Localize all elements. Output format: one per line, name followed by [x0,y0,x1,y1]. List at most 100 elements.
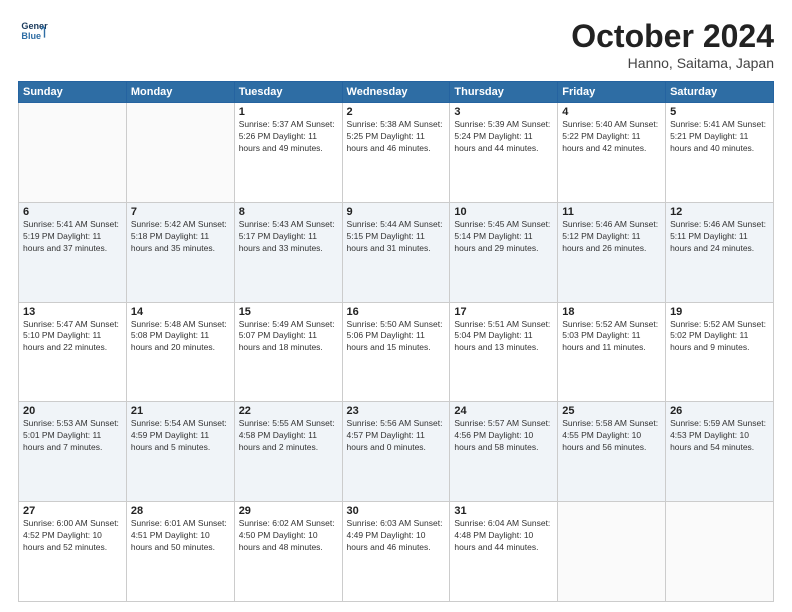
day-number: 13 [23,306,122,318]
day-number: 26 [670,405,769,417]
day-number: 14 [131,306,230,318]
weekday-header-row: SundayMondayTuesdayWednesdayThursdayFrid… [19,82,774,103]
day-info: Sunrise: 5:41 AM Sunset: 5:21 PM Dayligh… [670,119,769,155]
day-number: 5 [670,106,769,118]
day-info: Sunrise: 5:55 AM Sunset: 4:58 PM Dayligh… [239,418,338,454]
day-number: 16 [347,306,446,318]
day-info: Sunrise: 5:43 AM Sunset: 5:17 PM Dayligh… [239,219,338,255]
calendar-cell: 19Sunrise: 5:52 AM Sunset: 5:02 PM Dayli… [666,302,774,402]
calendar-cell: 28Sunrise: 6:01 AM Sunset: 4:51 PM Dayli… [126,502,234,602]
day-number: 25 [562,405,661,417]
calendar-cell: 25Sunrise: 5:58 AM Sunset: 4:55 PM Dayli… [558,402,666,502]
calendar-cell: 12Sunrise: 5:46 AM Sunset: 5:11 PM Dayli… [666,202,774,302]
logo-icon: General Blue [20,18,48,46]
day-info: Sunrise: 5:37 AM Sunset: 5:26 PM Dayligh… [239,119,338,155]
calendar-cell: 4Sunrise: 5:40 AM Sunset: 5:22 PM Daylig… [558,103,666,203]
calendar-cell [558,502,666,602]
day-number: 6 [23,206,122,218]
svg-text:Blue: Blue [21,31,41,41]
calendar-cell: 8Sunrise: 5:43 AM Sunset: 5:17 PM Daylig… [234,202,342,302]
day-number: 11 [562,206,661,218]
day-info: Sunrise: 5:59 AM Sunset: 4:53 PM Dayligh… [670,418,769,454]
week-row-1: 1Sunrise: 5:37 AM Sunset: 5:26 PM Daylig… [19,103,774,203]
calendar-cell: 7Sunrise: 5:42 AM Sunset: 5:18 PM Daylig… [126,202,234,302]
day-info: Sunrise: 5:38 AM Sunset: 5:25 PM Dayligh… [347,119,446,155]
weekday-header-monday: Monday [126,82,234,103]
calendar-cell: 27Sunrise: 6:00 AM Sunset: 4:52 PM Dayli… [19,502,127,602]
calendar-cell: 31Sunrise: 6:04 AM Sunset: 4:48 PM Dayli… [450,502,558,602]
day-info: Sunrise: 5:47 AM Sunset: 5:10 PM Dayligh… [23,319,122,355]
calendar-cell: 5Sunrise: 5:41 AM Sunset: 5:21 PM Daylig… [666,103,774,203]
location: Hanno, Saitama, Japan [571,55,774,71]
day-info: Sunrise: 5:46 AM Sunset: 5:12 PM Dayligh… [562,219,661,255]
weekday-header-saturday: Saturday [666,82,774,103]
day-info: Sunrise: 6:00 AM Sunset: 4:52 PM Dayligh… [23,518,122,554]
day-number: 12 [670,206,769,218]
day-number: 28 [131,505,230,517]
calendar-cell: 6Sunrise: 5:41 AM Sunset: 5:19 PM Daylig… [19,202,127,302]
calendar-cell: 30Sunrise: 6:03 AM Sunset: 4:49 PM Dayli… [342,502,450,602]
day-info: Sunrise: 5:51 AM Sunset: 5:04 PM Dayligh… [454,319,553,355]
day-info: Sunrise: 5:52 AM Sunset: 5:03 PM Dayligh… [562,319,661,355]
calendar-cell: 21Sunrise: 5:54 AM Sunset: 4:59 PM Dayli… [126,402,234,502]
calendar-cell: 20Sunrise: 5:53 AM Sunset: 5:01 PM Dayli… [19,402,127,502]
day-number: 2 [347,106,446,118]
calendar-cell: 15Sunrise: 5:49 AM Sunset: 5:07 PM Dayli… [234,302,342,402]
day-number: 10 [454,206,553,218]
day-info: Sunrise: 5:56 AM Sunset: 4:57 PM Dayligh… [347,418,446,454]
day-number: 19 [670,306,769,318]
calendar-cell: 1Sunrise: 5:37 AM Sunset: 5:26 PM Daylig… [234,103,342,203]
day-info: Sunrise: 5:40 AM Sunset: 5:22 PM Dayligh… [562,119,661,155]
month-title: October 2024 [571,18,774,55]
calendar-cell [126,103,234,203]
day-number: 31 [454,505,553,517]
day-number: 18 [562,306,661,318]
day-info: Sunrise: 6:01 AM Sunset: 4:51 PM Dayligh… [131,518,230,554]
day-number: 3 [454,106,553,118]
day-number: 8 [239,206,338,218]
day-info: Sunrise: 5:41 AM Sunset: 5:19 PM Dayligh… [23,219,122,255]
calendar-cell: 3Sunrise: 5:39 AM Sunset: 5:24 PM Daylig… [450,103,558,203]
calendar-cell: 2Sunrise: 5:38 AM Sunset: 5:25 PM Daylig… [342,103,450,203]
day-info: Sunrise: 5:39 AM Sunset: 5:24 PM Dayligh… [454,119,553,155]
calendar-cell: 14Sunrise: 5:48 AM Sunset: 5:08 PM Dayli… [126,302,234,402]
day-info: Sunrise: 5:44 AM Sunset: 5:15 PM Dayligh… [347,219,446,255]
day-number: 24 [454,405,553,417]
day-info: Sunrise: 5:50 AM Sunset: 5:06 PM Dayligh… [347,319,446,355]
calendar-cell: 11Sunrise: 5:46 AM Sunset: 5:12 PM Dayli… [558,202,666,302]
calendar-cell: 13Sunrise: 5:47 AM Sunset: 5:10 PM Dayli… [19,302,127,402]
day-number: 20 [23,405,122,417]
day-info: Sunrise: 5:57 AM Sunset: 4:56 PM Dayligh… [454,418,553,454]
calendar-cell: 18Sunrise: 5:52 AM Sunset: 5:03 PM Dayli… [558,302,666,402]
day-info: Sunrise: 5:58 AM Sunset: 4:55 PM Dayligh… [562,418,661,454]
day-info: Sunrise: 6:02 AM Sunset: 4:50 PM Dayligh… [239,518,338,554]
day-info: Sunrise: 6:04 AM Sunset: 4:48 PM Dayligh… [454,518,553,554]
day-number: 9 [347,206,446,218]
day-number: 29 [239,505,338,517]
calendar-cell: 16Sunrise: 5:50 AM Sunset: 5:06 PM Dayli… [342,302,450,402]
day-number: 23 [347,405,446,417]
page: General Blue October 2024 Hanno, Saitama… [0,0,792,612]
week-row-5: 27Sunrise: 6:00 AM Sunset: 4:52 PM Dayli… [19,502,774,602]
calendar-cell: 29Sunrise: 6:02 AM Sunset: 4:50 PM Dayli… [234,502,342,602]
day-info: Sunrise: 5:49 AM Sunset: 5:07 PM Dayligh… [239,319,338,355]
header: General Blue October 2024 Hanno, Saitama… [18,18,774,71]
week-row-2: 6Sunrise: 5:41 AM Sunset: 5:19 PM Daylig… [19,202,774,302]
weekday-header-sunday: Sunday [19,82,127,103]
weekday-header-wednesday: Wednesday [342,82,450,103]
title-block: October 2024 Hanno, Saitama, Japan [571,18,774,71]
day-info: Sunrise: 5:46 AM Sunset: 5:11 PM Dayligh… [670,219,769,255]
weekday-header-thursday: Thursday [450,82,558,103]
calendar-cell: 26Sunrise: 5:59 AM Sunset: 4:53 PM Dayli… [666,402,774,502]
week-row-3: 13Sunrise: 5:47 AM Sunset: 5:10 PM Dayli… [19,302,774,402]
day-info: Sunrise: 5:52 AM Sunset: 5:02 PM Dayligh… [670,319,769,355]
week-row-4: 20Sunrise: 5:53 AM Sunset: 5:01 PM Dayli… [19,402,774,502]
day-number: 21 [131,405,230,417]
calendar-cell: 10Sunrise: 5:45 AM Sunset: 5:14 PM Dayli… [450,202,558,302]
day-number: 27 [23,505,122,517]
day-info: Sunrise: 5:53 AM Sunset: 5:01 PM Dayligh… [23,418,122,454]
calendar-cell [19,103,127,203]
weekday-header-tuesday: Tuesday [234,82,342,103]
day-info: Sunrise: 5:45 AM Sunset: 5:14 PM Dayligh… [454,219,553,255]
day-number: 4 [562,106,661,118]
